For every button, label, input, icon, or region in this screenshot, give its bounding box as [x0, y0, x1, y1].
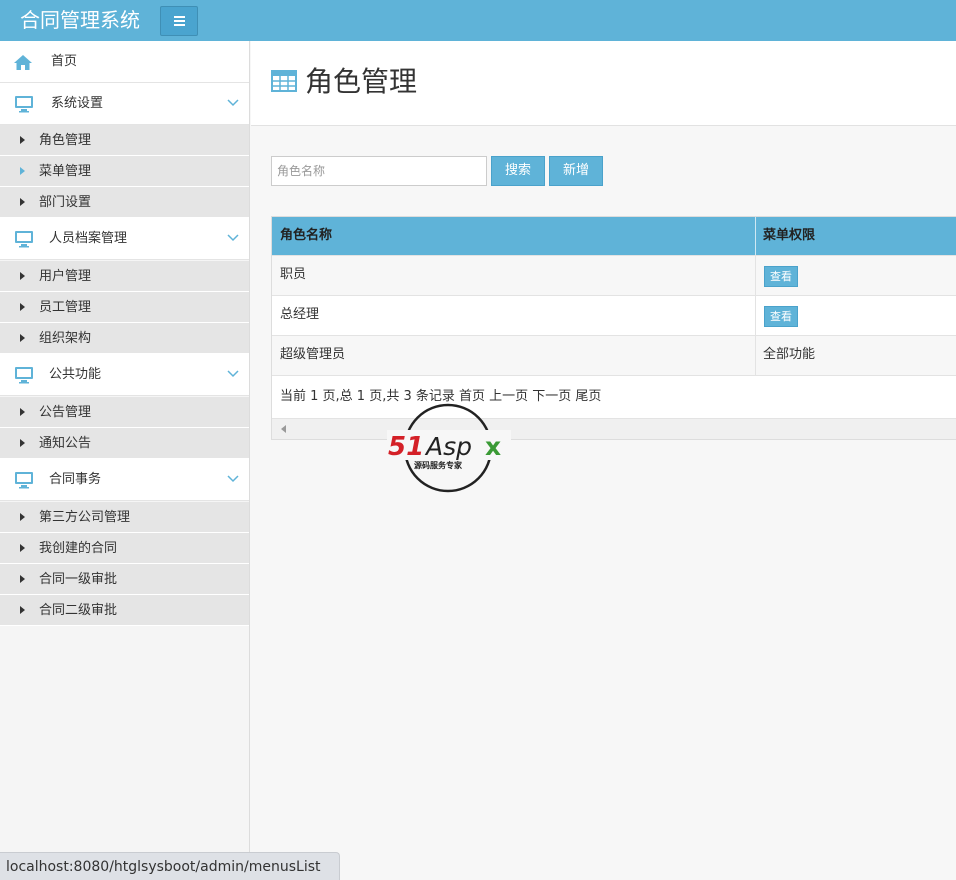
view-permission-button[interactable]: 查看 — [764, 306, 798, 327]
column-divider — [755, 256, 756, 295]
menu-icon-bar — [174, 16, 185, 18]
sidebar-group-contract-affairs[interactable]: 合同事务 — [0, 459, 249, 501]
caret-right-icon — [20, 575, 25, 583]
sidebar-group-label: 合同事务 — [49, 472, 102, 487]
column-divider — [755, 217, 756, 255]
monitor-icon — [15, 231, 33, 248]
menu-icon-bar — [174, 20, 185, 22]
roles-table: 角色名称 菜单权限 职员 查看 总经理 查看 超级管理员 全部功能 当前 1 页… — [271, 216, 956, 440]
role-name-search-input[interactable] — [271, 156, 487, 186]
search-button[interactable]: 搜索 — [491, 156, 545, 186]
pagination: 当前 1 页,总 1 页,共 3 条记录 首页 上一页 下一页 尾页 — [272, 375, 956, 417]
sidebar-item-label: 我创建的合同 — [39, 541, 118, 556]
monitor-icon — [15, 367, 33, 384]
column-header-role-name: 角色名称 — [280, 228, 333, 243]
chevron-down-icon — [227, 370, 239, 378]
sidebar-group-label: 公共功能 — [49, 367, 102, 382]
sidebar-item-user-management[interactable]: 用户管理 — [0, 261, 249, 292]
role-name-cell: 总经理 — [280, 307, 320, 322]
svg-text:Asp: Asp — [424, 432, 472, 461]
sidebar-item-label: 菜单管理 — [39, 164, 92, 179]
chevron-down-icon — [227, 99, 239, 107]
caret-right-icon — [20, 272, 25, 280]
sidebar-item-employee-management[interactable]: 员工管理 — [0, 292, 249, 323]
sidebar-item-label: 通知公告 — [39, 436, 92, 451]
home-icon — [14, 55, 32, 70]
table-header: 角色名称 菜单权限 — [272, 217, 956, 255]
chevron-down-icon — [227, 234, 239, 242]
sidebar-item-label: 公告管理 — [39, 405, 92, 420]
sidebar-item-label: 合同一级审批 — [39, 572, 118, 587]
caret-right-icon — [20, 334, 25, 342]
scroll-left-arrow-icon[interactable] — [281, 425, 286, 433]
sidebar-item-announcement-management[interactable]: 公告管理 — [0, 397, 249, 428]
main-content: 角色管理 搜索 新增 角色名称 菜单权限 职员 查看 总经理 查看 超级管理员 … — [251, 41, 956, 880]
caret-right-icon — [20, 544, 25, 552]
table-row: 超级管理员 全部功能 — [272, 335, 956, 375]
sidebar-toggle-button[interactable] — [160, 6, 198, 36]
chevron-down-icon — [227, 475, 239, 483]
caret-right-icon — [20, 513, 25, 521]
sidebar-group-personnel-records[interactable]: 人员档案管理 — [0, 218, 249, 260]
browser-status-bar: localhost:8080/htglsysboot/admin/menusLi… — [0, 852, 340, 880]
view-permission-button[interactable]: 查看 — [764, 266, 798, 287]
sidebar-item-label: 第三方公司管理 — [39, 510, 131, 525]
status-url: localhost:8080/htglsysboot/admin/menusLi… — [6, 859, 321, 875]
sidebar-item-home[interactable]: 首页 — [0, 41, 249, 83]
sidebar-item-department-settings[interactable]: 部门设置 — [0, 187, 249, 218]
monitor-icon — [15, 96, 33, 113]
svg-text:51: 51 — [388, 432, 424, 462]
column-divider — [755, 336, 756, 375]
caret-right-icon — [20, 167, 25, 175]
caret-right-icon — [20, 303, 25, 311]
add-button[interactable]: 新增 — [549, 156, 603, 186]
sidebar-item-label: 员工管理 — [39, 300, 92, 315]
app-title: 合同管理系统 — [20, 8, 140, 32]
sidebar-item-org-structure[interactable]: 组织架构 — [0, 323, 249, 354]
sidebar-group-system-settings[interactable]: 系统设置 — [0, 83, 249, 125]
monitor-icon — [15, 472, 33, 489]
page-header: 角色管理 — [251, 41, 956, 126]
horizontal-scrollbar[interactable] — [272, 418, 956, 439]
caret-right-icon — [20, 408, 25, 416]
sidebar-group-label: 人员档案管理 — [49, 231, 128, 246]
sidebar-item-label: 首页 — [51, 54, 78, 69]
sidebar-item-label: 部门设置 — [39, 195, 92, 210]
sidebar-group-public-functions[interactable]: 公共功能 — [0, 354, 249, 396]
sidebar-item-contract-second-approval[interactable]: 合同二级审批 — [0, 595, 249, 626]
sidebar-item-contract-first-approval[interactable]: 合同一级审批 — [0, 564, 249, 595]
svg-text:x: x — [485, 432, 501, 461]
role-name-cell: 超级管理员 — [280, 347, 346, 362]
role-name-cell: 职员 — [280, 267, 307, 282]
sidebar-item-label: 合同二级审批 — [39, 603, 118, 618]
table-row: 职员 查看 — [272, 255, 956, 295]
column-header-menu-permission: 菜单权限 — [763, 228, 816, 243]
sidebar-item-label: 用户管理 — [39, 269, 92, 284]
sidebar-item-notice-announcement[interactable]: 通知公告 — [0, 428, 249, 459]
watermark-logo: 51 Asp x 源码服务专家 — [387, 403, 511, 493]
sidebar-item-third-party-companies[interactable]: 第三方公司管理 — [0, 502, 249, 533]
caret-right-icon — [20, 606, 25, 614]
table-row: 总经理 查看 — [272, 295, 956, 335]
page-title: 角色管理 — [305, 65, 418, 98]
permission-cell: 全部功能 — [763, 347, 816, 362]
sidebar-item-menu-management[interactable]: 菜单管理 — [0, 156, 249, 187]
sidebar-item-label: 组织架构 — [39, 331, 92, 346]
caret-right-icon — [20, 136, 25, 144]
sidebar-item-role-management[interactable]: 角色管理 — [0, 125, 249, 156]
menu-icon-bar — [174, 24, 185, 26]
column-divider — [755, 296, 756, 335]
caret-right-icon — [20, 198, 25, 206]
caret-right-icon — [20, 439, 25, 447]
sidebar: 首页 系统设置 角色管理 菜单管理 部门设置 人员档案管理 用户管理 员工管理 … — [0, 41, 250, 880]
svg-text:源码服务专家: 源码服务专家 — [414, 460, 463, 470]
sidebar-item-my-contracts[interactable]: 我创建的合同 — [0, 533, 249, 564]
table-icon — [271, 70, 297, 92]
sidebar-group-label: 系统设置 — [51, 96, 104, 111]
top-navbar: 合同管理系统 — [0, 0, 956, 41]
sidebar-item-label: 角色管理 — [39, 133, 92, 148]
